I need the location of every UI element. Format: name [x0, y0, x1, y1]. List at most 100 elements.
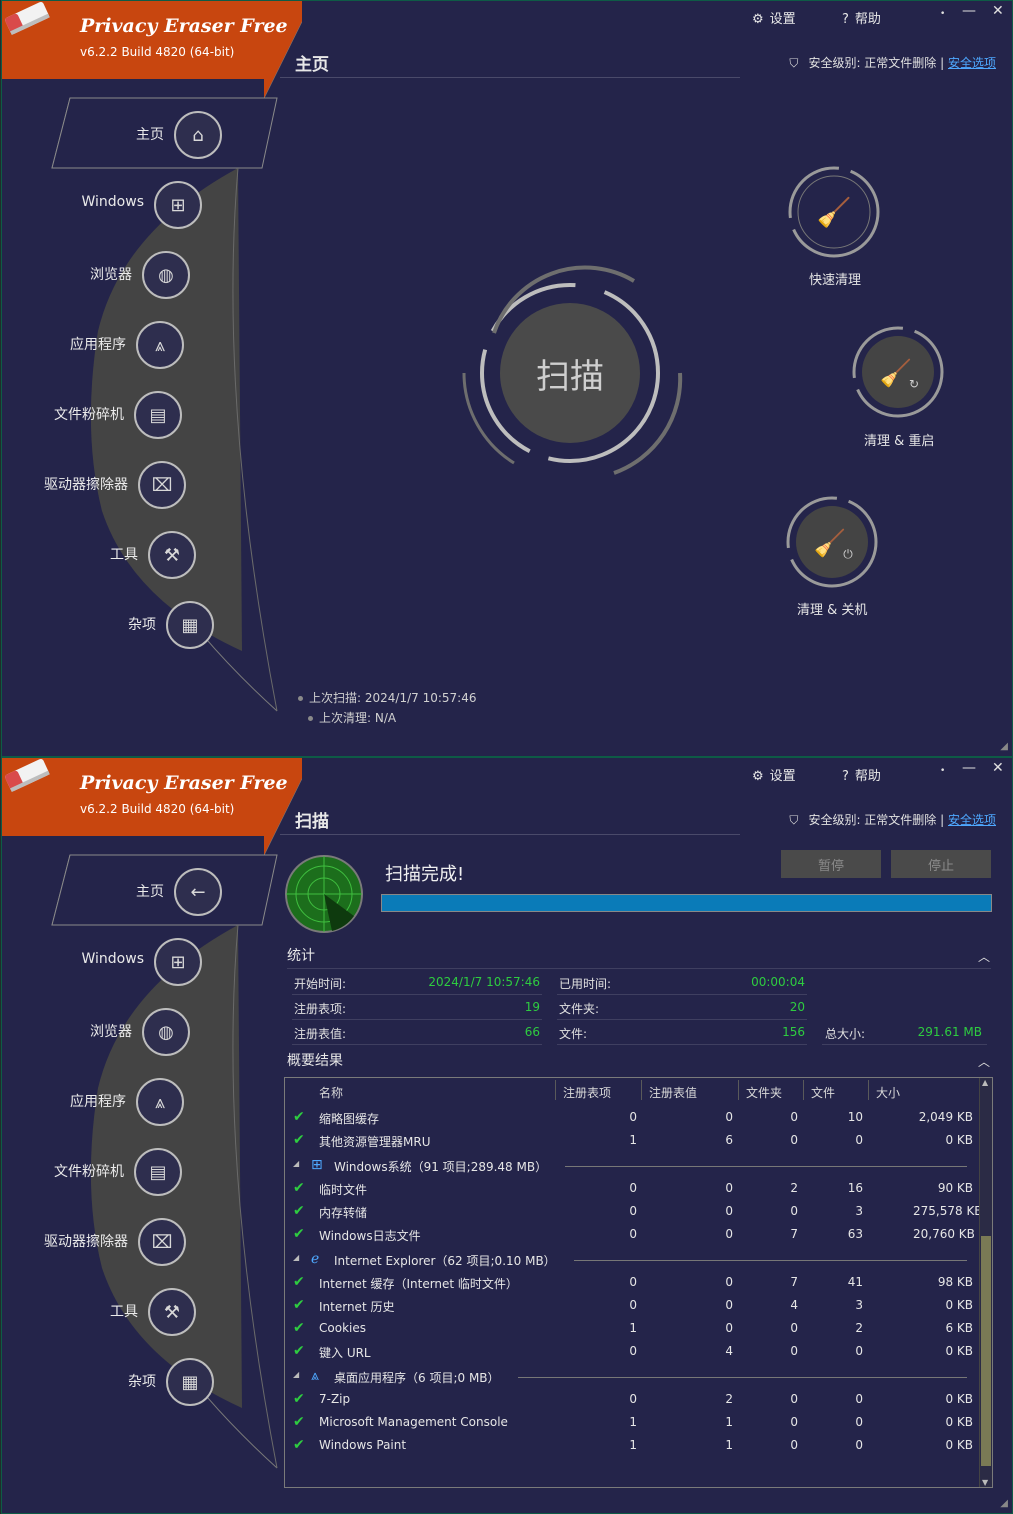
check-icon[interactable]: ✔ [293, 1414, 305, 1430]
row-reg-keys: 0 [629, 1110, 637, 1124]
table-row[interactable]: ✔ Windows日志文件 0 0 7 63 20,760 KB [285, 1223, 975, 1246]
nav-item-file-shredder[interactable]: 文件粉碎机 ▤ [22, 391, 182, 439]
clean-shutdown-button[interactable]: 🧹 ⏻ [784, 494, 880, 590]
check-icon[interactable]: ✔ [293, 1132, 305, 1148]
pause-button[interactable]: 暂停 [781, 850, 881, 878]
settings-button[interactable]: ⚙ 设置 [752, 765, 796, 784]
nav-item-drive-wiper[interactable]: 驱动器擦除器 ⌧ [26, 1218, 186, 1266]
clean-restart-button[interactable]: 🧹 ↻ [850, 324, 946, 420]
close-button[interactable]: ✕ [992, 3, 1004, 19]
table-row[interactable]: ✔ Internet 历史 0 0 4 3 0 KB [285, 1294, 975, 1317]
app-version: v6.2.2 Build 4820 (64-bit) [80, 802, 235, 816]
table-row[interactable]: ✔ 内存转储 0 0 0 3 275,578 KB [285, 1200, 983, 1223]
resize-grip-icon[interactable]: ◢ [1000, 1498, 1008, 1509]
table-row[interactable]: ✔ 缩略图缓存 0 0 0 10 2,049 KB [285, 1106, 975, 1129]
page-title: 主页 [295, 55, 329, 75]
apps-icon: ⩓ [136, 1078, 184, 1126]
nav-item-windows[interactable]: Windows ⊞ [42, 938, 202, 986]
result-group[interactable]: ◢ ℯ Internet Explorer（62 项目;0.10 MB） [285, 1248, 975, 1272]
check-icon[interactable]: ✔ [293, 1391, 305, 1407]
stop-button[interactable]: 停止 [891, 850, 991, 878]
stat-row-line [292, 1019, 542, 1020]
row-name: Windows Paint [319, 1438, 407, 1452]
quick-clean-button[interactable]: 🧹 [786, 164, 882, 260]
svg-text:🧹: 🧹 [880, 358, 912, 389]
check-icon[interactable]: ✔ [293, 1297, 305, 1313]
table-row[interactable]: ✔ Windows Paint 1 1 0 0 0 KB [285, 1434, 975, 1457]
title-bar: ⚙ 设置 ? 帮助 • — ✕ [712, 1, 1012, 31]
col-reg-values[interactable]: 注册表值 [649, 1084, 697, 1101]
collapse-summary-icon[interactable]: ︿ [978, 1053, 990, 1070]
row-folders: 0 [790, 1438, 798, 1452]
table-row[interactable]: ✔ 键入 URL 0 4 0 0 0 KB [285, 1340, 975, 1363]
check-icon[interactable]: ✔ [293, 1274, 305, 1290]
col-folders[interactable]: 文件夹 [746, 1084, 782, 1101]
nav-item-misc[interactable]: 杂项 ▦ [54, 1358, 214, 1406]
home-window: Privacy Eraser Free v6.2.2 Build 4820 (6… [1, 0, 1013, 757]
scan-button[interactable]: 扫描 [500, 303, 640, 443]
scan-progress-bar [381, 894, 992, 912]
files-value: 156 [782, 1025, 805, 1039]
security-level: ⛉ 安全级别: 正常文件删除 | 安全选项 [789, 54, 996, 71]
help-button[interactable]: ? 帮助 [842, 8, 881, 27]
check-icon[interactable]: ✔ [293, 1226, 305, 1242]
nav-item-browser[interactable]: 浏览器 ◍ [30, 251, 190, 299]
col-files[interactable]: 文件 [811, 1084, 835, 1101]
nav-item-tools[interactable]: 工具 ⚒ [36, 1288, 196, 1336]
menu-dot-button[interactable]: • [940, 766, 945, 776]
check-icon[interactable]: ✔ [293, 1320, 305, 1336]
table-row[interactable]: ✔ Cookies 1 0 0 2 6 KB [285, 1317, 975, 1340]
scroll-thumb[interactable] [981, 1236, 991, 1466]
table-row[interactable]: ✔ Internet 缓存（Internet 临时文件） 0 0 7 41 98 KB [285, 1271, 975, 1294]
row-name: 7-Zip [319, 1392, 351, 1406]
results-scrollbar[interactable]: ▲ ▼ [979, 1078, 992, 1487]
minimize-button[interactable]: — [962, 760, 976, 776]
check-icon[interactable]: ✔ [293, 1203, 305, 1219]
check-icon[interactable]: ✔ [293, 1109, 305, 1125]
close-button[interactable]: ✕ [992, 760, 1004, 776]
check-icon[interactable]: ✔ [293, 1437, 305, 1453]
row-name: 其他资源管理器MRU [319, 1135, 431, 1149]
result-group[interactable]: ◢ ⩓ 桌面应用程序（6 项目;0 MB） [285, 1365, 975, 1389]
nav-item-drive-wiper[interactable]: 驱动器擦除器 ⌧ [26, 461, 186, 509]
nav-item-apps[interactable]: 应用程序 ⩓ [24, 1078, 184, 1126]
scroll-up-icon[interactable]: ▲ [982, 1078, 988, 1087]
nav-item-misc[interactable]: 杂项 ▦ [54, 601, 214, 649]
resize-grip-icon[interactable]: ◢ [1000, 741, 1008, 752]
collapse-stats-icon[interactable]: ︿ [978, 948, 990, 965]
collapse-triangle-icon[interactable]: ◢ [293, 1253, 299, 1262]
settings-button[interactable]: ⚙ 设置 [752, 8, 796, 27]
menu-dot-button[interactable]: • [940, 9, 945, 19]
check-icon[interactable]: ✔ [293, 1180, 305, 1196]
collapse-triangle-icon[interactable]: ◢ [293, 1370, 299, 1379]
nav-item-back[interactable]: 主页 ← [62, 868, 222, 916]
elapsed-value: 00:00:04 [751, 975, 805, 989]
nav-item-apps[interactable]: 应用程序 ⩓ [24, 321, 184, 369]
help-button[interactable]: ? 帮助 [842, 765, 881, 784]
scroll-down-icon[interactable]: ▼ [982, 1478, 988, 1487]
check-icon[interactable]: ✔ [293, 1343, 305, 1359]
row-reg-values: 1 [725, 1438, 733, 1452]
table-row[interactable]: ✔ 7-Zip 0 2 0 0 0 KB [285, 1388, 975, 1411]
col-name[interactable]: 名称 [319, 1084, 343, 1101]
nav-item-browser[interactable]: 浏览器 ◍ [30, 1008, 190, 1056]
nav-item-home[interactable]: 主页 ⌂ [62, 111, 222, 159]
result-group[interactable]: ◢ ⊞ Windows系统（91 项目;289.48 MB） [285, 1154, 975, 1178]
security-options-link[interactable]: 安全选项 [948, 813, 996, 827]
nav-item-windows[interactable]: Windows ⊞ [42, 181, 202, 229]
table-row[interactable]: ✔ Microsoft Management Console 1 1 0 0 0 KB [285, 1411, 975, 1434]
nav-item-tools[interactable]: 工具 ⚒ [36, 531, 196, 579]
row-size: 0 KB [945, 1344, 973, 1358]
security-options-link[interactable]: 安全选项 [948, 56, 996, 70]
table-row[interactable]: ✔ 临时文件 0 0 2 16 90 KB [285, 1177, 975, 1200]
col-size[interactable]: 大小 [876, 1084, 900, 1101]
minimize-button[interactable]: — [962, 3, 976, 19]
collapse-triangle-icon[interactable]: ◢ [293, 1159, 299, 1168]
col-reg-keys[interactable]: 注册表项 [563, 1084, 611, 1101]
nav-item-file-shredder[interactable]: 文件粉碎机 ▤ [22, 1148, 182, 1196]
shield-icon: ⛉ [789, 56, 799, 70]
ie-icon: ℯ [311, 1251, 320, 1267]
last-clean-text: 上次清理: N/A [319, 711, 397, 725]
row-size: 0 KB [945, 1133, 973, 1147]
table-row[interactable]: ✔ 其他资源管理器MRU 1 6 0 0 0 KB [285, 1129, 975, 1152]
